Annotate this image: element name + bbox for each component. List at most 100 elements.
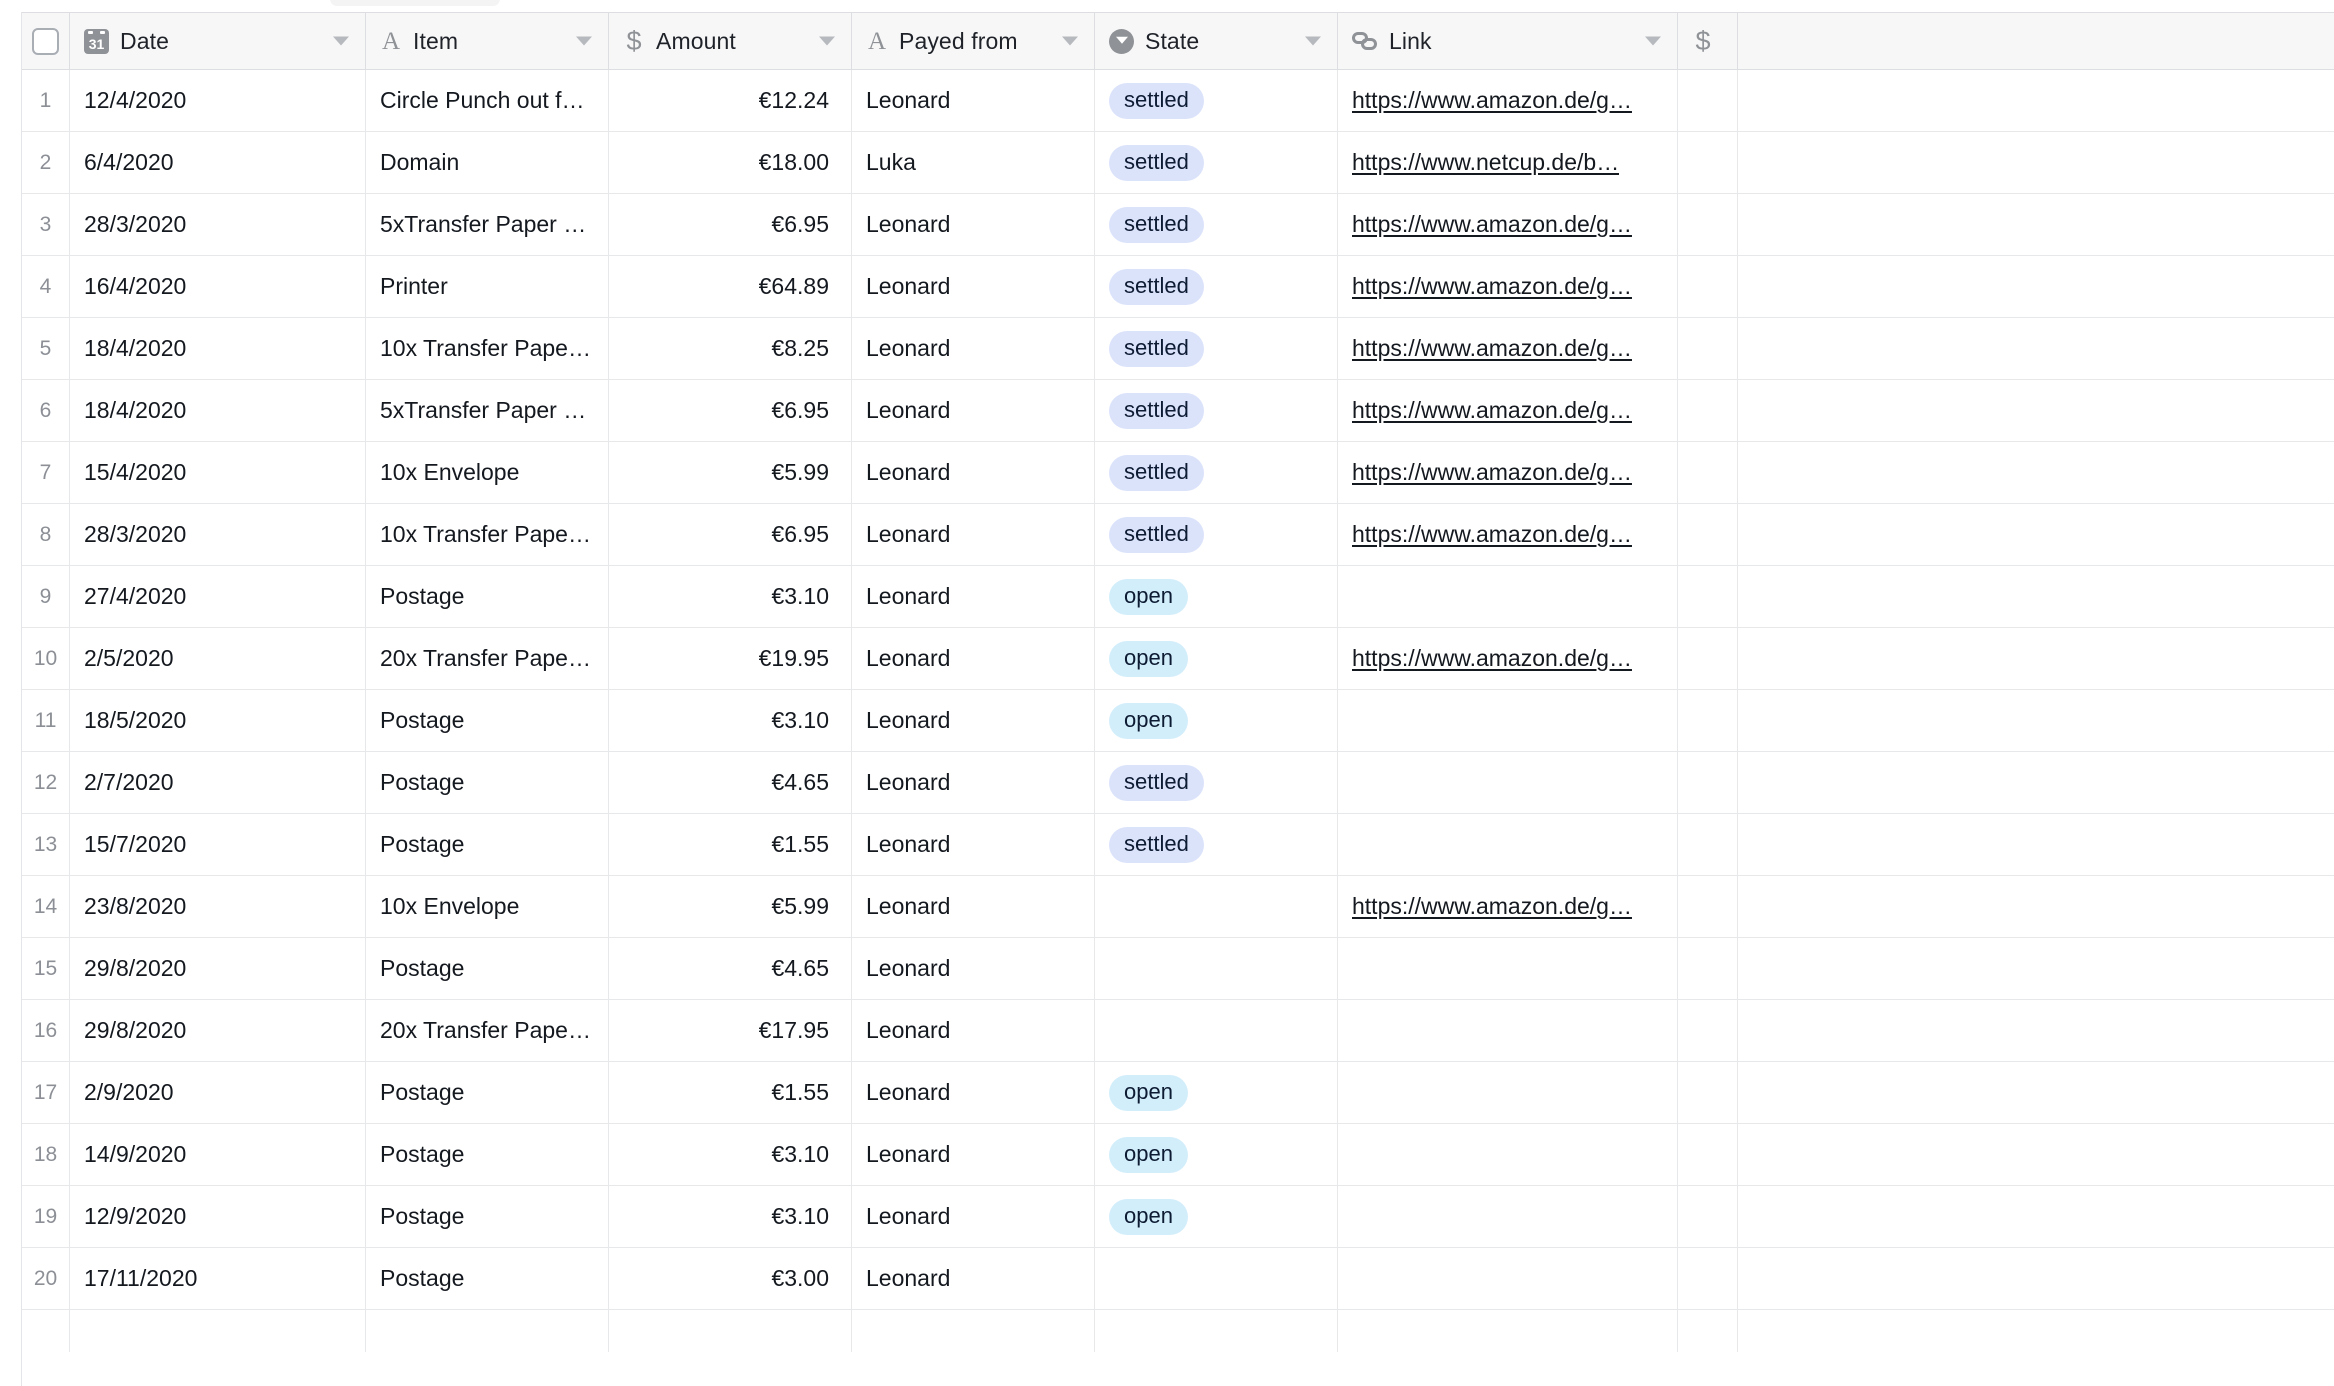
amount-cell[interactable]: €6.95 [609,504,852,565]
table-row[interactable]: 10 2/5/2020 20x Transfer Paper Non-… €19.95… [22,628,2334,690]
date-cell[interactable]: 2/9/2020 [70,1062,366,1123]
state-cell[interactable]: settled [1095,194,1338,255]
amount-cell[interactable]: €1.55 [609,814,852,875]
row-number-cell[interactable]: 19 [22,1186,70,1247]
state-cell[interactable]: settled [1095,752,1338,813]
link-cell[interactable]: https://www.amazon.de/g… [1338,70,1678,131]
date-cell[interactable]: 29/8/2020 [70,1000,366,1061]
payed-from-cell[interactable]: Leonard [852,814,1095,875]
payed-from-cell[interactable]: Leonard [852,70,1095,131]
table-row[interactable]: 4 16/4/2020 Printer €64.89 Leonard settled htt… [22,256,2334,318]
link-cell[interactable]: https://www.amazon.de/g… [1338,256,1678,317]
extra-cell[interactable] [1678,1124,1738,1185]
chevron-down-icon[interactable] [333,36,349,46]
date-cell[interactable]: 23/8/2020 [70,876,366,937]
amount-cell[interactable]: €3.10 [609,690,852,751]
state-cell[interactable]: settled [1095,442,1338,503]
amount-cell[interactable]: €4.65 [609,752,852,813]
row-number-cell[interactable]: 4 [22,256,70,317]
extra-cell[interactable] [1678,1000,1738,1061]
item-cell[interactable]: Postage [366,1186,609,1247]
date-cell[interactable]: 28/3/2020 [70,504,366,565]
state-cell[interactable] [1095,1248,1338,1309]
item-cell[interactable]: Printer [366,256,609,317]
date-cell[interactable]: 18/4/2020 [70,318,366,379]
table-row[interactable]: 5 18/4/2020 10x Transfer Paper White €8.25 L… [22,318,2334,380]
column-header-date[interactable]: 31 Date [70,13,366,69]
link-cell[interactable]: https://www.amazon.de/g… [1338,876,1678,937]
link-cell[interactable] [1338,1000,1678,1061]
link-cell[interactable]: https://www.amazon.de/g… [1338,442,1678,503]
link-cell[interactable] [1338,752,1678,813]
extra-cell[interactable] [1678,504,1738,565]
amount-cell[interactable]: €3.10 [609,566,852,627]
url-link[interactable]: https://www.amazon.de/g… [1352,273,1632,300]
table-row[interactable]: 14 23/8/2020 10x Envelope €5.99 Leonard https… [22,876,2334,938]
column-header-item[interactable]: A Item [366,13,609,69]
link-cell[interactable] [1338,1062,1678,1123]
item-cell[interactable]: Postage [366,1124,609,1185]
link-cell[interactable]: https://www.amazon.de/g… [1338,318,1678,379]
state-cell[interactable]: open [1095,1124,1338,1185]
select-all-cell[interactable] [22,13,70,69]
table-row[interactable]: 8 28/3/2020 10x Transfer Paper White €6.95 L… [22,504,2334,566]
extra-cell[interactable] [1678,938,1738,999]
amount-cell[interactable]: €5.99 [609,876,852,937]
row-number-cell[interactable]: 3 [22,194,70,255]
item-cell[interactable]: Postage [366,814,609,875]
payed-from-cell[interactable]: Luka [852,132,1095,193]
date-cell[interactable]: 28/3/2020 [70,194,366,255]
date-cell[interactable]: 6/4/2020 [70,132,366,193]
row-number-cell[interactable]: 8 [22,504,70,565]
url-link[interactable]: https://www.amazon.de/g… [1352,335,1632,362]
item-cell[interactable]: Postage [366,1062,609,1123]
link-cell[interactable] [1338,1248,1678,1309]
column-header-link[interactable]: Link [1338,13,1678,69]
payed-from-cell[interactable]: Leonard [852,380,1095,441]
item-cell[interactable]: Postage [366,1248,609,1309]
extra-cell[interactable] [1678,566,1738,627]
link-cell[interactable]: https://www.amazon.de/g… [1338,504,1678,565]
url-link[interactable]: https://www.amazon.de/g… [1352,211,1632,238]
payed-from-cell[interactable]: Leonard [852,566,1095,627]
amount-cell[interactable]: €3.10 [609,1124,852,1185]
link-cell[interactable]: https://www.netcup.de/b… [1338,132,1678,193]
table-row[interactable]: 6 18/4/2020 5xTransfer Paper Non-Wh… €6.95 L… [22,380,2334,442]
payed-from-cell[interactable]: Leonard [852,1248,1095,1309]
item-cell[interactable]: Postage [366,752,609,813]
extra-cell[interactable] [1678,690,1738,751]
select-all-checkbox[interactable] [32,27,59,55]
extra-cell[interactable] [1678,1310,1738,1352]
url-link[interactable]: https://www.amazon.de/g… [1352,87,1632,114]
amount-cell[interactable]: €18.00 [609,132,852,193]
chevron-down-icon[interactable] [576,36,592,46]
item-cell[interactable]: 20x Transfer Paper Non-… [366,1000,609,1061]
extra-cell[interactable] [1678,194,1738,255]
url-link[interactable]: https://www.netcup.de/b… [1352,149,1619,176]
state-cell[interactable] [1095,876,1338,937]
link-cell[interactable]: https://www.amazon.de/g… [1338,628,1678,689]
state-cell[interactable]: settled [1095,318,1338,379]
table-row[interactable]: 16 29/8/2020 20x Transfer Paper Non-… €17.9… [22,1000,2334,1062]
state-cell[interactable]: settled [1095,256,1338,317]
date-cell[interactable] [70,1310,366,1352]
extra-cell[interactable] [1678,1186,1738,1247]
item-cell[interactable]: Postage [366,566,609,627]
url-link[interactable]: https://www.amazon.de/g… [1352,645,1632,672]
amount-cell[interactable]: €19.95 [609,628,852,689]
date-cell[interactable]: 15/4/2020 [70,442,366,503]
date-cell[interactable]: 18/5/2020 [70,690,366,751]
amount-cell[interactable]: €3.00 [609,1248,852,1309]
column-header-payed[interactable]: A Payed from [852,13,1095,69]
extra-cell[interactable] [1678,380,1738,441]
row-number-cell[interactable]: 12 [22,752,70,813]
amount-cell[interactable]: €17.95 [609,1000,852,1061]
chevron-down-icon[interactable] [1062,36,1078,46]
date-cell[interactable]: 17/11/2020 [70,1248,366,1309]
table-row[interactable]: 7 15/4/2020 10x Envelope €5.99 Leonard settle… [22,442,2334,504]
amount-cell[interactable]: €64.89 [609,256,852,317]
row-number-cell[interactable]: 1 [22,70,70,131]
date-cell[interactable]: 12/9/2020 [70,1186,366,1247]
amount-cell[interactable]: €4.65 [609,938,852,999]
item-cell[interactable]: Postage [366,690,609,751]
